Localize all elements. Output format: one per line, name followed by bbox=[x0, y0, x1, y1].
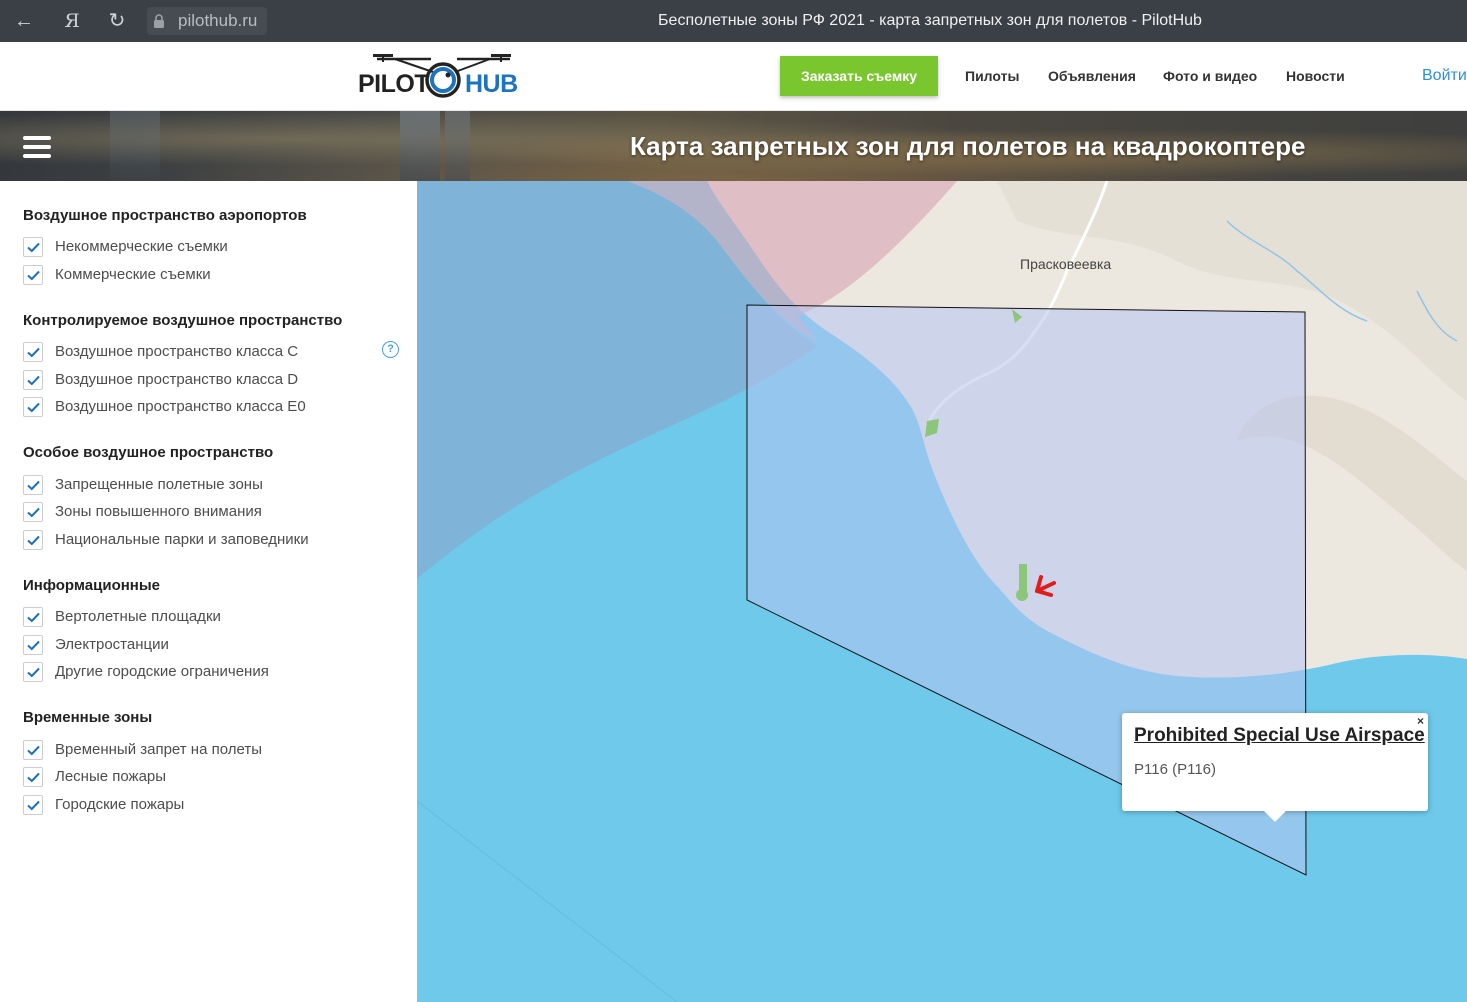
checkbox[interactable] bbox=[23, 342, 43, 362]
map-canvas bbox=[417, 181, 1467, 1002]
checkbox[interactable] bbox=[23, 767, 43, 787]
checkmark-icon bbox=[27, 800, 40, 811]
checkbox[interactable] bbox=[23, 397, 43, 417]
nav-pilots[interactable]: Пилоты bbox=[965, 68, 1019, 84]
checkmark-icon bbox=[27, 535, 40, 546]
close-icon[interactable]: × bbox=[1417, 714, 1424, 728]
helipad-marker bbox=[1016, 589, 1028, 601]
place-label-praskoveevka: Прасковеевка bbox=[1020, 256, 1112, 272]
page-title: Карта запретных зон для полетов на квадр… bbox=[630, 131, 1306, 161]
checkbox[interactable] bbox=[23, 475, 43, 495]
browser-toolbar: ← Я ↻ pilothub.ru Бесполетные зоны РФ 20… bbox=[0, 0, 1467, 42]
order-shoot-button[interactable]: Заказать съемку bbox=[780, 56, 938, 96]
checkmark-icon bbox=[27, 612, 40, 623]
hamburger-menu-icon[interactable] bbox=[23, 136, 51, 158]
checkbox[interactable] bbox=[23, 740, 43, 760]
group-title-temporary: Временные зоны bbox=[23, 709, 153, 726]
checkmark-icon bbox=[27, 242, 40, 253]
checkmark-icon bbox=[27, 667, 40, 678]
hero-banner: Карта запретных зон для полетов на квадр… bbox=[0, 111, 1467, 181]
skyline-decoration bbox=[445, 111, 470, 181]
checkmark-icon bbox=[27, 640, 40, 651]
nav-ads[interactable]: Объявления bbox=[1048, 68, 1136, 84]
filter-label: Коммерческие съемки bbox=[55, 266, 211, 283]
checkmark-icon bbox=[27, 772, 40, 783]
checkbox[interactable] bbox=[23, 530, 43, 550]
nav-news[interactable]: Новости bbox=[1286, 68, 1345, 84]
checkmark-icon bbox=[27, 347, 40, 358]
checkmark-icon bbox=[27, 402, 40, 413]
filter-label: Национальные парки и заповедники bbox=[55, 531, 309, 548]
logo-text-hub: HUB bbox=[465, 70, 518, 98]
skyline-decoration bbox=[110, 111, 160, 181]
back-arrow-icon[interactable]: ← bbox=[12, 9, 36, 33]
checkbox[interactable] bbox=[23, 370, 43, 390]
checkbox[interactable] bbox=[23, 607, 43, 627]
lock-icon bbox=[154, 14, 164, 28]
filter-label: Лесные пожары bbox=[55, 768, 167, 785]
group-title-airports: Воздушное пространство аэропортов bbox=[23, 207, 307, 224]
checkmark-icon bbox=[27, 507, 40, 518]
filter-label: Вертолетные площадки bbox=[55, 608, 221, 625]
layer-filter-panel: Воздушное пространство аэропортов Некомм… bbox=[0, 181, 417, 1002]
popup-title[interactable]: Prohibited Special Use Airspace bbox=[1134, 725, 1425, 747]
checkmark-icon bbox=[27, 745, 40, 756]
filter-label: Временный запрет на полеты bbox=[55, 741, 262, 758]
checkbox[interactable] bbox=[23, 265, 43, 285]
filter-label: Запрещенные полетные зоны bbox=[55, 476, 263, 493]
reload-icon[interactable]: ↻ bbox=[105, 9, 129, 33]
group-title-info: Информационные bbox=[23, 577, 161, 594]
logo-text-pilot: PILOT bbox=[358, 70, 430, 98]
airspace-map[interactable]: Прасковеевка bbox=[417, 181, 1467, 1002]
checkbox[interactable] bbox=[23, 795, 43, 815]
help-icon[interactable]: ? bbox=[382, 341, 399, 358]
filter-label: Зоны повышенного внимания bbox=[55, 503, 262, 520]
checkbox[interactable] bbox=[23, 662, 43, 682]
group-title-controlled: Контролируемое воздушное пространство bbox=[23, 312, 343, 329]
window-title: Бесполетные зоны РФ 2021 - карта запретн… bbox=[658, 12, 1202, 29]
filter-label: Другие городские ограничения bbox=[55, 663, 269, 680]
filter-label: Некоммерческие съемки bbox=[55, 238, 228, 255]
popup-zone-code: P116 (P116) bbox=[1134, 761, 1216, 778]
zone-info-popup: Prohibited Special Use Airspace P116 (P1… bbox=[1122, 713, 1428, 822]
filter-label: Электростанции bbox=[55, 636, 169, 653]
yandex-icon[interactable]: Я bbox=[60, 9, 84, 33]
checkmark-icon bbox=[27, 480, 40, 491]
address-bar[interactable]: pilothub.ru bbox=[147, 7, 267, 35]
skyline-decoration bbox=[400, 111, 440, 181]
login-link[interactable]: Войти bbox=[1422, 67, 1467, 85]
filter-label: Воздушное пространство класса E0 bbox=[55, 398, 306, 415]
checkbox[interactable] bbox=[23, 237, 43, 257]
group-title-special: Особое воздушное пространство bbox=[23, 444, 274, 461]
checkmark-icon bbox=[27, 270, 40, 281]
checkmark-icon bbox=[27, 375, 40, 386]
nav-photo-video[interactable]: Фото и видео bbox=[1163, 68, 1257, 84]
checkbox[interactable] bbox=[23, 502, 43, 522]
filter-label: Воздушное пространство класса C bbox=[55, 343, 299, 360]
checkbox[interactable] bbox=[23, 635, 43, 655]
filter-label: Городские пожары bbox=[55, 796, 185, 813]
filter-label: Воздушное пространство класса D bbox=[55, 371, 299, 388]
pilothub-logo[interactable]: PILOT HUB bbox=[355, 50, 518, 102]
